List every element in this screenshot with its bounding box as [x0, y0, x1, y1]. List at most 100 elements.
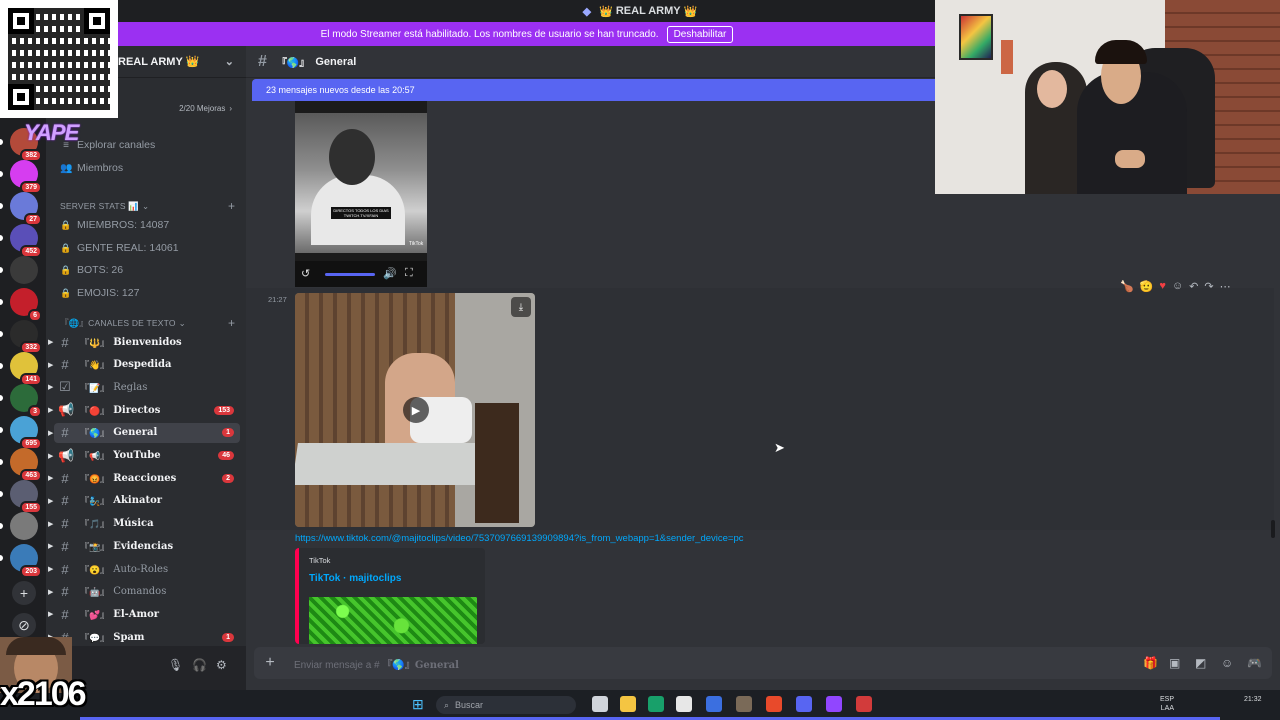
disable-streamer-button[interactable]: Deshabilitar — [666, 25, 734, 43]
channel-name: Evidencias — [113, 540, 174, 552]
language-indicator[interactable]: ESP LAA — [1160, 695, 1174, 713]
channel-akinator[interactable]: ▶ # 『🧞』 Akinator — [48, 491, 240, 511]
embed-title[interactable]: TikTok · majitoclips — [309, 573, 401, 584]
collapse-arrow-icon[interactable]: ▶ — [48, 452, 53, 460]
collapse-arrow-icon[interactable]: ▶ — [48, 497, 53, 505]
server-icon[interactable]: 203 — [10, 544, 42, 578]
collapse-arrow-icon[interactable]: ▶ — [48, 338, 53, 346]
collapse-arrow-icon[interactable]: ▶ — [48, 520, 53, 528]
chevron-down-icon[interactable]: ⌄ — [225, 55, 234, 68]
server-icon[interactable]: 332 — [10, 320, 42, 354]
microphone-icon[interactable]: 🎙 — [168, 658, 183, 672]
collapse-arrow-icon[interactable]: ▶ — [48, 474, 53, 482]
replay-icon[interactable]: ↺ — [301, 267, 310, 280]
fullscreen-icon[interactable]: ⛶ — [405, 267, 413, 280]
chrome-icon[interactable] — [766, 696, 782, 712]
gift-icon[interactable]: 🎁 — [1143, 656, 1158, 670]
nav-members[interactable]: 👥 Miembros — [60, 159, 123, 177]
category-text-channels[interactable]: 『🌐』CANALES DE TEXTO ⌄ + — [60, 316, 235, 330]
channel-directos[interactable]: ▶ 📢 『🔴』 Directos 153 — [48, 400, 240, 420]
channel-youtube[interactable]: ▶ 📢 『📢』 YouTube 46 — [48, 446, 240, 466]
server-icon[interactable]: 379 — [10, 160, 42, 194]
message-link[interactable]: https://www.tiktok.com/@majitoclips/vide… — [295, 533, 744, 544]
app-icon[interactable] — [736, 696, 752, 712]
collapse-arrow-icon[interactable]: ▶ — [48, 565, 53, 573]
taskview-icon[interactable] — [592, 696, 608, 712]
reply-icon[interactable]: ↶ — [1189, 280, 1198, 293]
embed-thumbnail[interactable] — [309, 597, 477, 644]
clock[interactable]: 21:32 — [1244, 695, 1262, 704]
edge-icon[interactable] — [648, 696, 664, 712]
notepad-icon[interactable] — [676, 696, 692, 712]
new-messages-bar[interactable]: 23 mensajes nuevos desde las 20:57 — [252, 79, 936, 101]
windows-start-icon[interactable]: ⊞ — [412, 696, 424, 713]
collapse-arrow-icon[interactable]: ▶ — [48, 429, 53, 437]
add-channel-icon[interactable]: + — [228, 199, 235, 213]
server-icon[interactable]: 695 — [10, 416, 42, 450]
collapse-arrow-icon[interactable]: ▶ — [48, 588, 53, 596]
emoji-icon[interactable]: ☺ — [1221, 656, 1233, 670]
channel-reglas[interactable]: ▶ ☑ 『📝』 Reglas — [48, 377, 240, 397]
more-options-icon[interactable]: ⋯ — [1220, 280, 1231, 293]
channel-reacciones[interactable]: ▶ # 『😡』 Reacciones 2 — [48, 468, 240, 488]
discover-compass-icon[interactable]: ⊘ — [12, 613, 36, 637]
stat-label: EMOJIS: 127 — [77, 287, 140, 299]
apps-icon[interactable]: 🎮 — [1247, 656, 1262, 670]
add-reaction-icon[interactable]: ☺ — [1172, 280, 1183, 292]
server-icon[interactable]: 27 — [10, 192, 42, 226]
channel-despedida[interactable]: ▶ # 『👋』 Despedida — [48, 355, 240, 375]
download-icon[interactable]: ⤓ — [511, 297, 531, 317]
add-channel-icon[interactable]: + — [228, 316, 235, 330]
add-attachment-icon[interactable]: + — [254, 654, 286, 672]
channel-spam[interactable]: ▶#『💬』Spam1 — [48, 627, 240, 647]
server-icon[interactable] — [10, 256, 38, 284]
channel-el-amor[interactable]: ▶ # 『💕』 El-Amor — [48, 604, 240, 624]
settings-gear-icon[interactable]: ⚙ — [216, 658, 227, 672]
video-progress-bar[interactable] — [325, 273, 375, 276]
video-attachment-2[interactable]: ▶ ⤓ — [295, 293, 535, 527]
collapse-arrow-icon[interactable]: ▶ — [48, 383, 53, 391]
collapse-arrow-icon[interactable]: ▶ — [48, 361, 53, 369]
reaction-emoji-icon[interactable]: 🫡 — [1140, 280, 1154, 293]
channel-evidencias[interactable]: ▶ # 『📸』 Evidencias — [48, 536, 240, 556]
reaction-emoji-icon[interactable]: 🍗 — [1120, 280, 1134, 293]
file-explorer-icon[interactable] — [620, 696, 636, 712]
channel-name: Música — [113, 518, 154, 530]
discord-icon[interactable] — [796, 696, 812, 712]
server-icon[interactable]: 141 — [10, 352, 42, 386]
chat-scrollbar[interactable] — [1271, 520, 1275, 538]
gif-icon[interactable]: ▣ — [1169, 656, 1180, 670]
server-icon[interactable]: 452 — [10, 224, 42, 258]
server-icon[interactable]: 463 — [10, 448, 42, 482]
collapse-arrow-icon[interactable]: ▶ — [48, 406, 53, 414]
taskbar-search[interactable]: ⌕ Buscar — [436, 696, 576, 714]
forward-icon[interactable]: ↷ — [1204, 280, 1213, 293]
category-server-stats[interactable]: SERVER STATS 📊 ⌄ + — [60, 199, 235, 213]
app-icon[interactable] — [856, 696, 872, 712]
channel-bienvenidos[interactable]: ▶ # 『🔱』 Bienvenidos — [48, 332, 240, 352]
mention-badge: 46 — [218, 451, 234, 460]
headphones-icon[interactable]: 🎧 — [192, 658, 207, 672]
play-icon[interactable]: ▶ — [403, 397, 429, 423]
app-icon[interactable] — [706, 696, 722, 712]
category-label: SERVER STATS 📊 — [60, 200, 140, 211]
channel-comandos[interactable]: ▶ # 『🤖』 Comandos — [48, 582, 240, 602]
server-icon[interactable]: 3 — [10, 384, 42, 418]
sticker-icon[interactable]: ◩ — [1195, 656, 1206, 670]
volume-icon[interactable]: 🔊 — [383, 267, 397, 280]
app-icon[interactable] — [826, 696, 842, 712]
channel-auto-roles[interactable]: ▶ # 『😮』 Auto-Roles — [48, 559, 240, 579]
server-icon[interactable] — [10, 512, 38, 540]
channel-name: El-Amor — [113, 608, 160, 620]
server-icon[interactable]: 6 — [10, 288, 42, 322]
reaction-heart-icon[interactable]: ♥ — [1159, 280, 1166, 292]
collapse-arrow-icon[interactable]: ▶ — [48, 610, 53, 618]
channel-general[interactable]: ▶ # 『🌎』 General 1 — [48, 422, 240, 443]
video-attachment-1[interactable]: DIRECTOS TODOS LOS DIAS TWITCH.TV/XFAIN … — [295, 101, 427, 287]
server-icon[interactable]: 155 — [10, 480, 42, 514]
channel-emoji: 『🤖』 — [80, 587, 110, 598]
message-composer[interactable]: + Enviar mensaje a # 『🌎』General 🎁 ▣ ◩ ☺ … — [254, 647, 1272, 679]
add-server-icon[interactable]: + — [12, 581, 36, 605]
channel-m-sica[interactable]: ▶ # 『🎵』 Música — [48, 514, 240, 534]
collapse-arrow-icon[interactable]: ▶ — [48, 542, 53, 550]
